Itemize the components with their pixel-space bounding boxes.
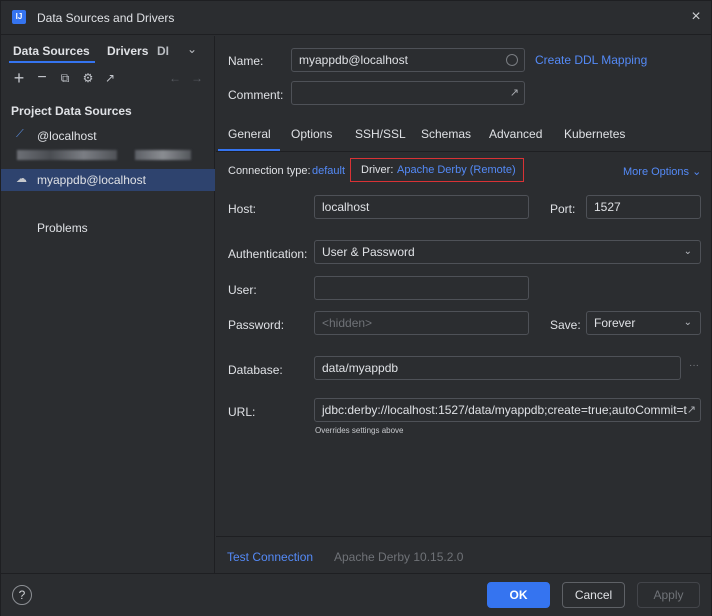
expand-icon[interactable]: ↗: [686, 399, 696, 421]
password-placeholder: <hidden>: [322, 316, 373, 330]
help-icon[interactable]: ?: [12, 585, 32, 605]
redacted-block: [135, 150, 191, 160]
save-value: Forever: [594, 316, 636, 330]
color-circle-icon[interactable]: [506, 54, 518, 66]
connection-type-link[interactable]: default: [312, 165, 345, 177]
more-options-link[interactable]: More Options ⌄: [623, 165, 701, 178]
url-label: URL:: [228, 405, 256, 419]
comment-label: Comment:: [228, 88, 284, 102]
title-bar: IJ Data Sources and Drivers ×: [1, 1, 711, 35]
name-label: Name:: [228, 54, 264, 68]
left-toolbar: + − ⧉ ⚙ ↗ ← →: [1, 68, 215, 90]
url-input[interactable]: jdbc:derby://localhost:1527/data/myappdb…: [314, 398, 701, 422]
divider: [216, 536, 711, 537]
port-label: Port:: [550, 202, 576, 216]
chevron-down-icon: ⌄: [692, 166, 702, 178]
active-tab-indicator: [218, 149, 280, 151]
driver-version: Apache Derby 10.15.2.0: [334, 550, 464, 564]
more-icon[interactable]: ···: [689, 360, 699, 371]
tab-truncated[interactable]: DI: [157, 44, 169, 58]
name-value: myappdb@localhost: [299, 53, 408, 67]
database-value: data/myappdb: [322, 361, 399, 375]
tab-general[interactable]: General: [228, 127, 271, 141]
tab-schemas[interactable]: Schemas: [421, 127, 471, 141]
add-icon[interactable]: +: [11, 69, 27, 87]
driver-link[interactable]: Apache Derby (Remote): [397, 164, 516, 176]
test-connection-link[interactable]: Test Connection: [227, 550, 313, 564]
cancel-button[interactable]: Cancel: [562, 582, 625, 608]
data-source-label: @localhost: [37, 129, 97, 143]
authentication-select[interactable]: User & Password ⌄: [314, 240, 701, 264]
password-input[interactable]: <hidden>: [314, 311, 529, 335]
expand-icon[interactable]: ↗: [510, 82, 519, 104]
database-label: Database:: [228, 363, 283, 377]
derby-icon: ☁: [16, 173, 27, 185]
save-select[interactable]: Forever ⌄: [586, 311, 701, 335]
export-icon[interactable]: ↗: [102, 70, 118, 86]
data-source-label: myappdb@localhost: [37, 173, 146, 187]
comment-input[interactable]: ↗: [291, 81, 525, 105]
user-input[interactable]: [314, 276, 529, 300]
database-input[interactable]: data/myappdb: [314, 356, 681, 380]
tab-options[interactable]: Options: [291, 127, 332, 141]
ok-button[interactable]: OK: [487, 582, 550, 608]
port-value: 1527: [594, 200, 621, 214]
datasource-icon: ⟋: [16, 128, 24, 140]
forward-arrow-icon[interactable]: →: [189, 70, 205, 86]
tab-data-sources[interactable]: Data Sources: [13, 44, 90, 58]
create-ddl-mapping-link[interactable]: Create DDL Mapping: [535, 53, 647, 67]
url-hint: Overrides settings above: [315, 426, 404, 435]
duplicate-icon[interactable]: ⧉: [57, 70, 73, 86]
apply-button[interactable]: Apply: [637, 582, 700, 608]
active-tab-indicator: [9, 61, 95, 63]
driver-highlight-box: Driver: Apache Derby (Remote): [350, 158, 524, 182]
right-pane: Name: myappdb@localhost Create DDL Mappi…: [216, 36, 711, 573]
close-icon[interactable]: ×: [689, 9, 703, 25]
data-source-myappdb[interactable]: ☁ myappdb@localhost: [1, 169, 215, 191]
driver-label: Driver:: [361, 164, 394, 176]
authentication-label: Authentication:: [228, 247, 308, 261]
authentication-value: User & Password: [322, 245, 415, 259]
left-tabs: Data Sources Drivers DI ⌄: [1, 36, 215, 64]
dialog-window: IJ Data Sources and Drivers × Data Sourc…: [0, 0, 712, 616]
chevron-down-icon: ⌄: [683, 317, 692, 328]
host-value: localhost: [322, 200, 370, 214]
user-label: User:: [228, 283, 257, 297]
left-pane: Data Sources Drivers DI ⌄ + − ⧉ ⚙ ↗ ← → …: [1, 36, 215, 573]
tab-kubernetes[interactable]: Kubernetes: [564, 127, 625, 141]
back-arrow-icon[interactable]: ←: [167, 70, 183, 86]
port-input[interactable]: 1527: [586, 195, 701, 219]
redacted-block: [17, 150, 117, 160]
chevron-down-icon[interactable]: ⌄: [187, 42, 197, 56]
name-input[interactable]: myappdb@localhost: [291, 48, 525, 72]
tab-ssh-ssl[interactable]: SSH/SSL: [355, 127, 406, 141]
more-options-label: More Options: [623, 166, 690, 178]
window-title: Data Sources and Drivers: [37, 11, 175, 25]
host-input[interactable]: localhost: [314, 195, 529, 219]
settings-tabs: General Options SSH/SSL Schemas Advanced…: [216, 124, 711, 152]
tab-advanced[interactable]: Advanced: [489, 127, 542, 141]
tab-drivers[interactable]: Drivers: [107, 44, 148, 58]
save-label: Save:: [550, 318, 581, 332]
chevron-down-icon: ⌄: [683, 246, 692, 257]
password-label: Password:: [228, 318, 285, 332]
redacted-data-source[interactable]: [15, 148, 191, 162]
host-label: Host:: [228, 202, 257, 216]
problems-item[interactable]: Problems: [37, 221, 88, 235]
data-source-localhost[interactable]: ⟋ @localhost: [1, 125, 215, 147]
connection-type-label: Connection type:: [228, 165, 311, 177]
remove-icon[interactable]: −: [34, 70, 50, 86]
gear-icon[interactable]: ⚙: [80, 70, 96, 86]
url-value: jdbc:derby://localhost:1527/data/myappdb…: [322, 403, 687, 417]
app-logo-icon: IJ: [12, 10, 26, 24]
section-title-project-data-sources: Project Data Sources: [11, 104, 132, 118]
dialog-footer: ? OK Cancel Apply: [1, 573, 711, 616]
